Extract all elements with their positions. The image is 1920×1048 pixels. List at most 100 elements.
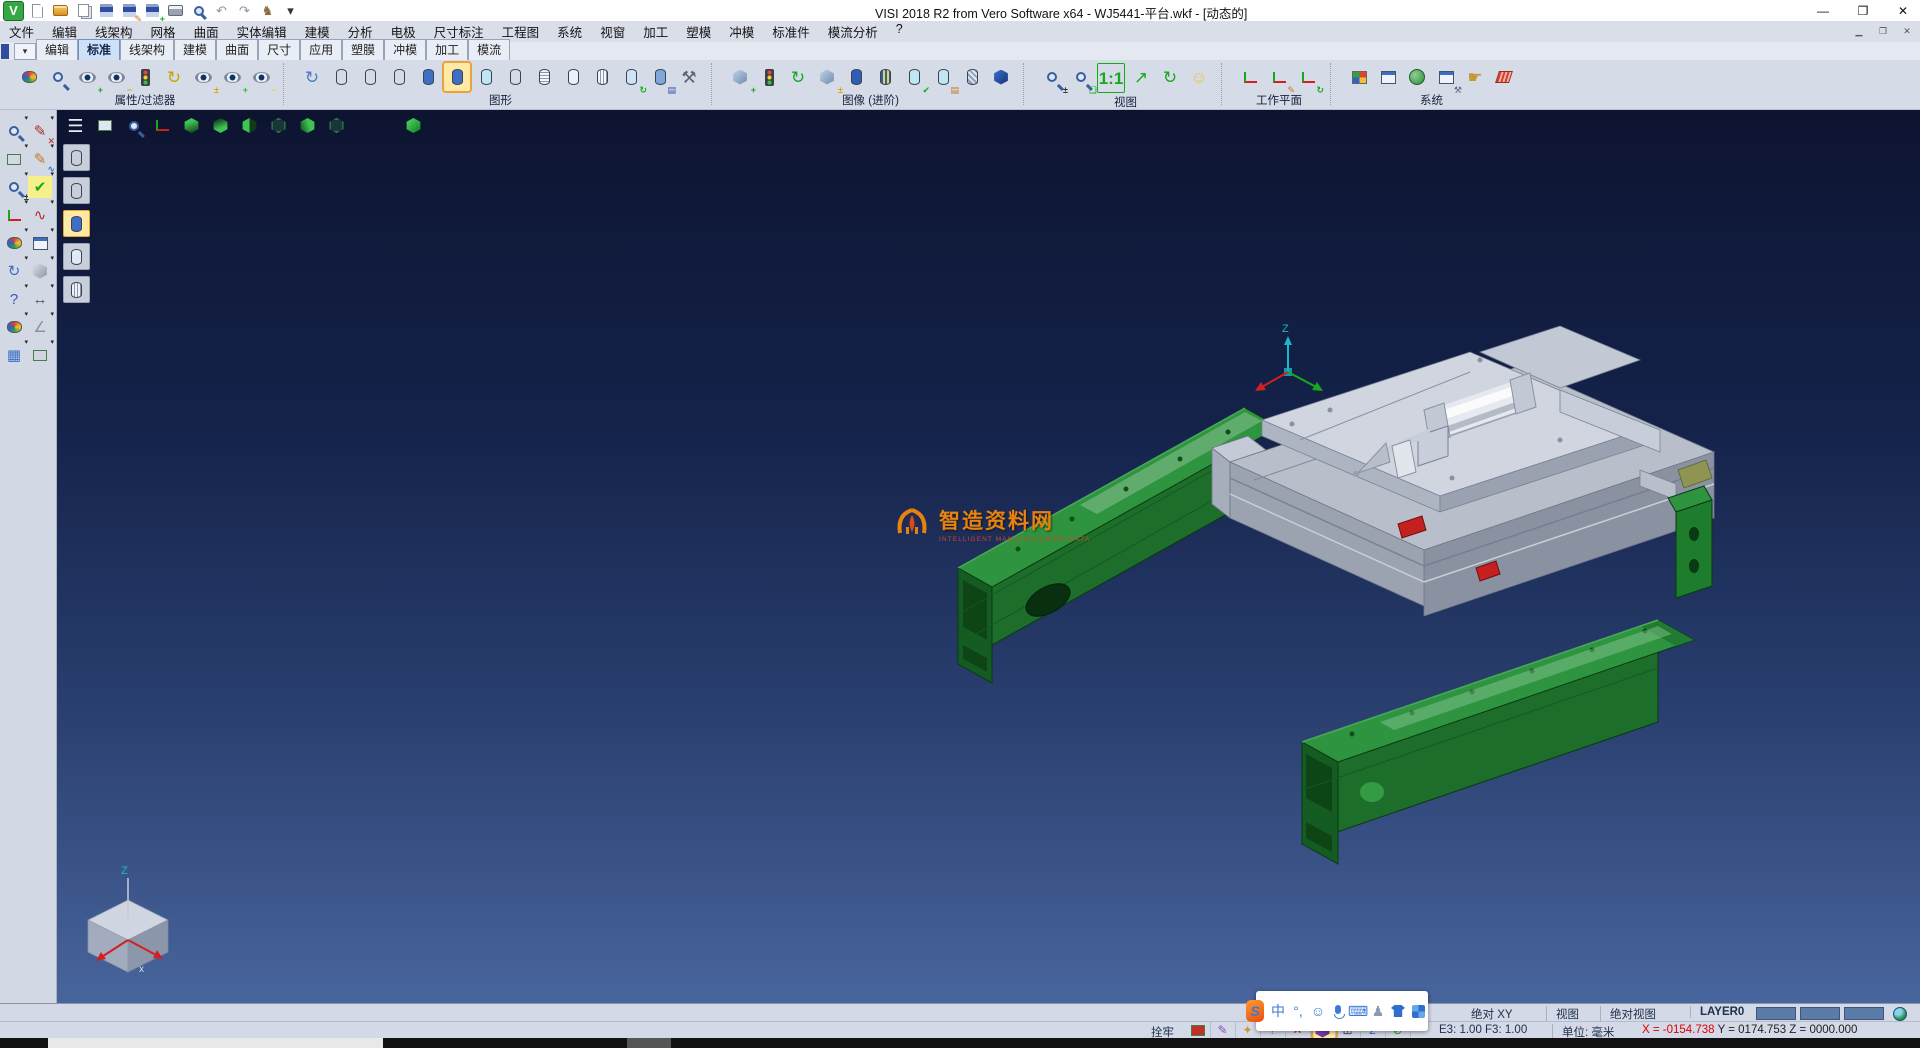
- translucent-cylinder-icon[interactable]: [473, 63, 499, 91]
- system-tools-icon[interactable]: [1404, 63, 1430, 91]
- left-view-icon[interactable]: [295, 113, 320, 138]
- tab-线架构[interactable]: 线架构: [120, 39, 174, 60]
- solid-cube-icon[interactable]: [28, 260, 52, 282]
- shaded-cylinder-icon[interactable]: [415, 63, 441, 91]
- zoom-dynamic-icon[interactable]: ±: [2, 176, 26, 198]
- status-magic-icon[interactable]: ✎: [1213, 1022, 1236, 1038]
- angle-icon[interactable]: ∠: [28, 316, 52, 338]
- color-palette-icon[interactable]: [1346, 63, 1372, 91]
- iso-view-icon[interactable]: [179, 113, 204, 138]
- redo-icon[interactable]: ↷: [235, 2, 254, 20]
- ime-keyboard-icon[interactable]: ⌨: [1349, 1000, 1367, 1022]
- plane-icon[interactable]: [28, 344, 52, 366]
- confirm-icon[interactable]: ✔: [28, 176, 52, 198]
- visibility-filter-icon[interactable]: [132, 63, 158, 91]
- refresh-visibility-icon[interactable]: ↻: [161, 63, 187, 91]
- toggle-visibility-icon[interactable]: ±: [190, 63, 216, 91]
- status-view[interactable]: 视图: [1546, 1006, 1579, 1022]
- save-as-icon[interactable]: ✎: [120, 2, 139, 20]
- menu-加工[interactable]: 加工: [634, 20, 677, 43]
- show-all-icon[interactable]: +: [219, 63, 245, 91]
- status-swatch-1[interactable]: [1756, 1007, 1796, 1020]
- sogou-logo-icon[interactable]: S: [1246, 1000, 1264, 1022]
- pan-view-icon[interactable]: ↗: [1128, 63, 1154, 91]
- delete-sketch-icon[interactable]: ✎✕: [28, 120, 52, 142]
- refresh-graphics-icon[interactable]: ↻: [299, 63, 325, 91]
- tab-建模[interactable]: 建模: [174, 39, 216, 60]
- workplane-align-icon[interactable]: ↻: [1295, 63, 1321, 91]
- undo-icon[interactable]: ↶: [212, 2, 231, 20]
- grid-window-icon[interactable]: [28, 232, 52, 254]
- windows-taskbar[interactable]: [0, 1038, 1920, 1048]
- workplane-icon[interactable]: [1237, 63, 1263, 91]
- open-recent-icon[interactable]: [74, 2, 93, 20]
- hide-all-icon[interactable]: −: [248, 63, 274, 91]
- ime-person-icon[interactable]: ♟: [1369, 1000, 1387, 1022]
- wire-view-icon[interactable]: [266, 113, 291, 138]
- tab-模流[interactable]: 模流: [468, 39, 510, 60]
- tab-加工[interactable]: 加工: [426, 39, 468, 60]
- rotate-entity-icon[interactable]: ∿: [28, 204, 52, 226]
- change-attributes-icon[interactable]: [16, 63, 42, 91]
- workplane-edit-icon[interactable]: ✎: [1266, 63, 1292, 91]
- refresh-shading-icon[interactable]: ↻: [618, 63, 644, 91]
- menu-模流分析[interactable]: 模流分析: [819, 20, 887, 43]
- open-file-icon[interactable]: [51, 2, 70, 20]
- display-hidden-line-icon[interactable]: [63, 177, 90, 204]
- bottom-view-icon[interactable]: [208, 113, 233, 138]
- mdi-restore-button[interactable]: ❐: [1876, 24, 1890, 38]
- validate-cylinder-icon[interactable]: ✔: [901, 63, 927, 91]
- white-cylinder-icon[interactable]: [560, 63, 586, 91]
- taskbar-button-segment[interactable]: [627, 1038, 671, 1048]
- save-all-icon[interactable]: +: [143, 2, 162, 20]
- hatch-cylinder-icon[interactable]: [959, 63, 985, 91]
- system-window-icon[interactable]: [1375, 63, 1401, 91]
- macro-icon[interactable]: ♞: [258, 2, 277, 20]
- rail-right[interactable]: [1302, 620, 1694, 864]
- move-axes-icon[interactable]: [2, 204, 26, 226]
- measure-icon[interactable]: ↔: [28, 288, 52, 310]
- status-view-mode[interactable]: 绝对 XY: [1462, 1006, 1513, 1022]
- back-view-icon[interactable]: [324, 113, 349, 138]
- menu-视窗[interactable]: 视窗: [591, 20, 634, 43]
- qat-overflow-icon[interactable]: ▾: [281, 2, 300, 20]
- display-wireframe-icon[interactable]: [63, 144, 90, 171]
- print-preview-icon[interactable]: [189, 2, 208, 20]
- copy-graphics-icon[interactable]: ▤: [647, 63, 673, 91]
- layers-palette-icon[interactable]: [2, 232, 26, 254]
- add-image-icon[interactable]: +: [727, 63, 753, 91]
- zoom-in-out-icon[interactable]: ±: [1039, 63, 1065, 91]
- menu-系统[interactable]: 系统: [548, 20, 591, 43]
- window-tools-icon[interactable]: ⚒: [1433, 63, 1459, 91]
- menu-标准件[interactable]: 标准件: [763, 20, 819, 43]
- tab-曲面[interactable]: 曲面: [216, 39, 258, 60]
- render-settings-icon[interactable]: [2, 316, 26, 338]
- ime-punct-icon[interactable]: °,: [1289, 1000, 1307, 1022]
- tab-塑膜[interactable]: 塑膜: [342, 39, 384, 60]
- tab-尺寸[interactable]: 尺寸: [258, 39, 300, 60]
- hide-elements-icon[interactable]: −: [103, 63, 129, 91]
- help-icon[interactable]: ?: [2, 288, 26, 310]
- menu-塑模[interactable]: 塑模: [677, 20, 720, 43]
- mdi-close-button[interactable]: ✕: [1900, 24, 1914, 38]
- new-file-icon[interactable]: [28, 2, 47, 20]
- tab-冲模[interactable]: 冲模: [384, 39, 426, 60]
- solid-view-icon[interactable]: [988, 63, 1014, 91]
- axonometric-view-icon[interactable]: [150, 113, 175, 138]
- zoom-window-icon[interactable]: ❏: [1068, 63, 1094, 91]
- fit-view-icon[interactable]: [92, 113, 117, 138]
- regenerate-icon[interactable]: ↻: [2, 260, 26, 282]
- status-book-icon[interactable]: [1188, 1022, 1211, 1038]
- spline-edit-icon[interactable]: ✎∿: [28, 148, 52, 170]
- ime-toolbox-icon[interactable]: [1409, 1000, 1427, 1022]
- viewport-3d[interactable]: ☰: [57, 110, 1920, 1003]
- network-globe-icon[interactable]: [1892, 1006, 1907, 1021]
- status-absolute-view[interactable]: 绝对视图: [1600, 1006, 1656, 1022]
- menu-?[interactable]: ?: [887, 20, 912, 43]
- tab-标准[interactable]: 标准: [78, 39, 120, 60]
- right-view-icon[interactable]: [237, 113, 262, 138]
- solid-cylinder-icon[interactable]: [843, 63, 869, 91]
- close-button[interactable]: ✕: [1896, 4, 1910, 18]
- show-elements-icon[interactable]: +: [74, 63, 100, 91]
- ime-emoji-icon[interactable]: ☺: [1309, 1000, 1327, 1022]
